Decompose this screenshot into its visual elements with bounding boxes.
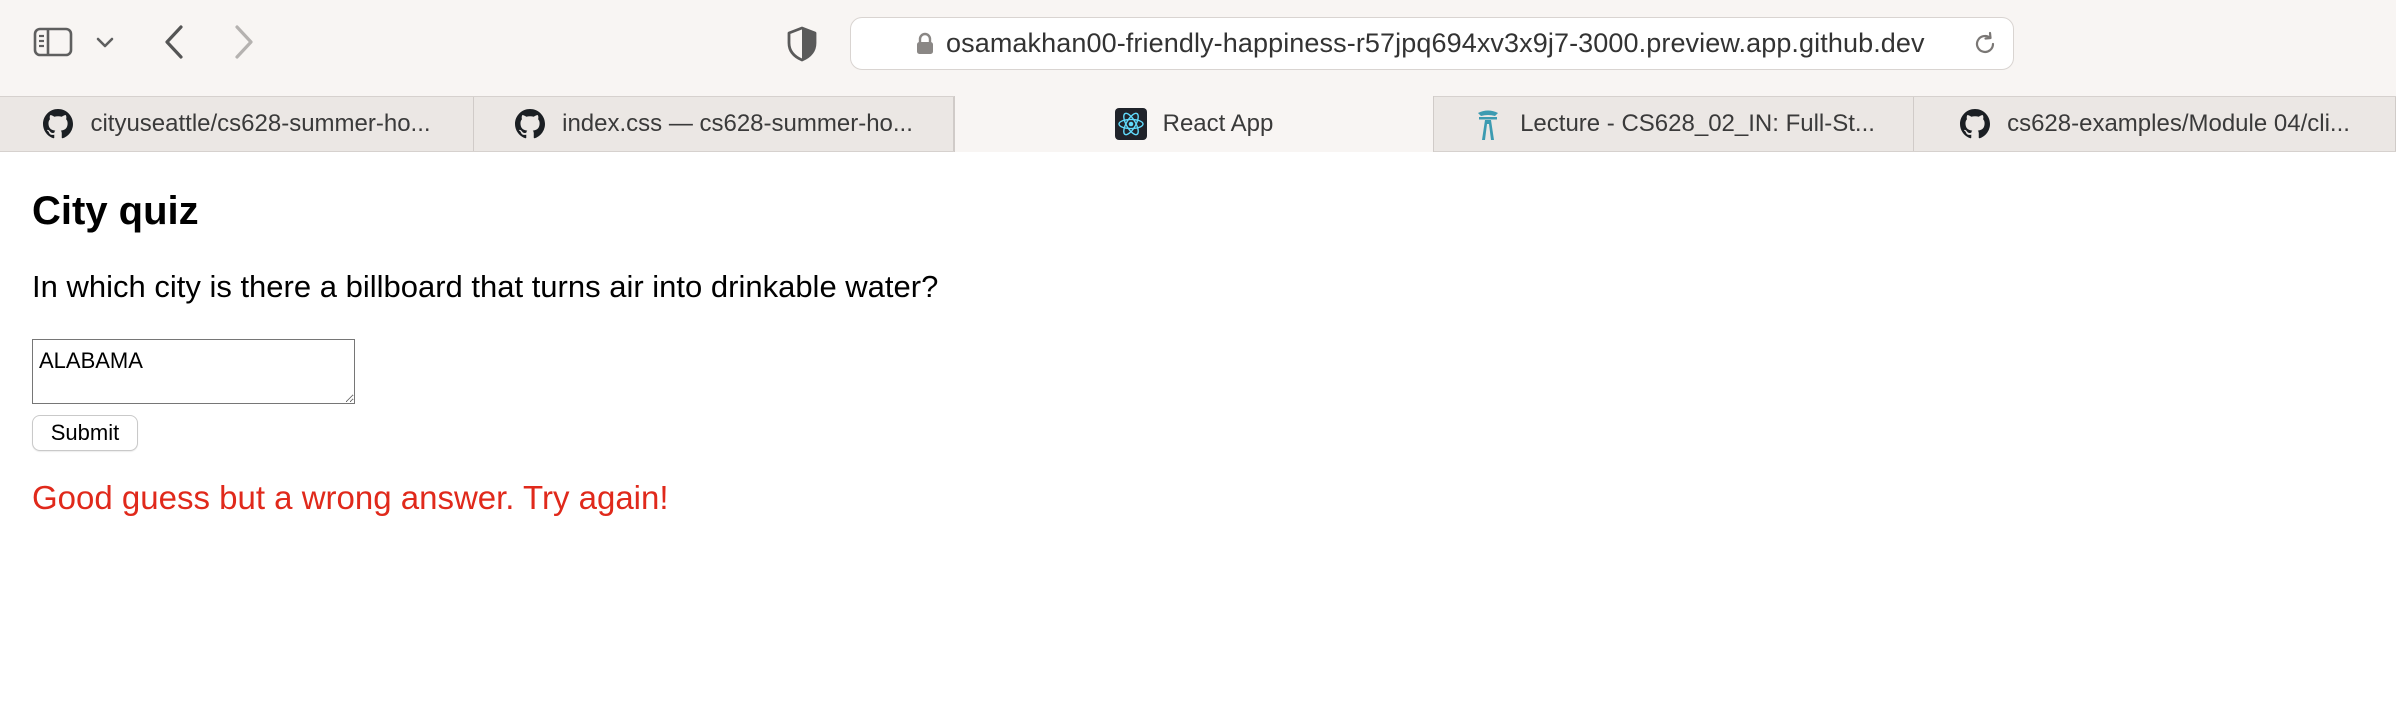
quiz-question: In which city is there a billboard that … [32, 269, 939, 304]
chevron-down-icon [96, 37, 114, 48]
tab-react-app[interactable]: React App [954, 95, 1434, 152]
tab-label: Lecture - CS628_02_IN: Full-St... [1520, 110, 1875, 137]
forward-button[interactable] [220, 18, 268, 66]
lock-icon [917, 32, 933, 54]
react-icon [1114, 107, 1147, 140]
tab-bar: cityuseattle/cs628-summer-ho... index.cs… [0, 95, 2396, 152]
page-title: City quiz [32, 189, 199, 233]
tab-index-css[interactable]: index.css — cs628-summer-ho... [474, 97, 954, 151]
shield-icon [787, 26, 817, 62]
back-arrow-icon [165, 25, 183, 59]
address-bar[interactable]: osamakhan00-friendly-happiness-r57jpq694… [850, 17, 2014, 70]
result-message: Good guess but a wrong answer. Try again… [32, 479, 669, 516]
submit-button[interactable]: Submit [32, 415, 138, 451]
privacy-report-button[interactable] [778, 20, 826, 68]
tab-lecture[interactable]: Lecture - CS628_02_IN: Full-St... [1434, 97, 1914, 151]
github-icon [514, 108, 546, 140]
reload-icon[interactable] [1971, 30, 1999, 58]
tab-label: cs628-examples/Module 04/cli... [2007, 110, 2350, 137]
page-content: City quiz In which city is there a billb… [0, 153, 2396, 710]
back-button[interactable] [150, 18, 198, 66]
answer-input[interactable]: ALABAMA [32, 339, 355, 404]
sidebar-menu-button[interactable] [88, 26, 122, 60]
tab-label: index.css — cs628-summer-ho... [562, 110, 913, 137]
sidebar-icon [33, 27, 73, 57]
tab-cs628-examples[interactable]: cs628-examples/Module 04/cli... [1914, 97, 2396, 151]
github-icon [1959, 108, 1991, 140]
tab-cityuseattle[interactable]: cityuseattle/cs628-summer-ho... [0, 97, 474, 151]
sidebar-toggle-button[interactable] [28, 20, 78, 64]
tab-label: React App [1162, 109, 1274, 137]
url-text: osamakhan00-friendly-happiness-r57jpq694… [946, 28, 1925, 58]
space-needle-icon [1472, 108, 1504, 140]
tab-label: cityuseattle/cs628-summer-ho... [90, 110, 431, 137]
forward-arrow-icon [235, 25, 253, 59]
browser-toolbar: osamakhan00-friendly-happiness-r57jpq694… [0, 0, 2396, 96]
github-icon [42, 108, 74, 140]
